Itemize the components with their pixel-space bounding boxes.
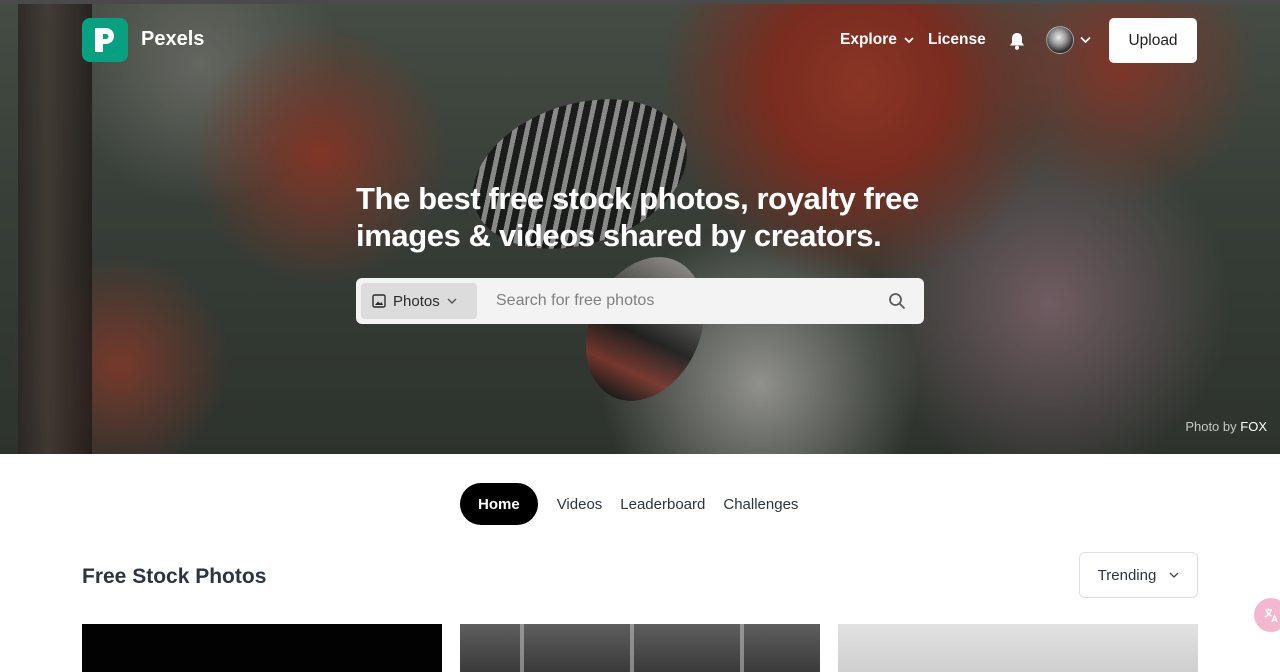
search-type-label: Photos — [393, 292, 440, 310]
photo-card[interactable] — [82, 624, 442, 672]
search-type-dropdown[interactable]: Photos — [361, 283, 477, 319]
translate-icon[interactable] — [1254, 598, 1280, 632]
main-tabs: Home Videos Leaderboard Challenges — [460, 483, 807, 525]
upload-button[interactable]: Upload — [1109, 18, 1197, 63]
search-icon[interactable] — [888, 292, 906, 310]
tab-videos[interactable]: Videos — [548, 483, 612, 525]
chevron-down-icon — [447, 298, 457, 304]
image-icon — [372, 294, 386, 308]
chevron-down-icon — [1169, 572, 1179, 578]
brand-name[interactable]: Pexels — [141, 28, 204, 51]
nav-license[interactable]: License — [928, 31, 986, 49]
search-bar: Photos — [356, 278, 924, 324]
nav-explore-label: Explore — [840, 31, 897, 48]
pexels-logo-icon[interactable] — [82, 18, 128, 62]
tab-leaderboard[interactable]: Leaderboard — [611, 483, 714, 525]
photo-card[interactable] — [838, 624, 1198, 672]
tab-challenges[interactable]: Challenges — [714, 483, 807, 525]
photo-card[interactable] — [460, 624, 820, 672]
hero-headline: The best free stock photos, royalty free… — [356, 181, 919, 253]
sort-label: Trending — [1097, 566, 1157, 584]
section-title: Free Stock Photos — [82, 565, 267, 588]
photo-credit-author[interactable]: FOX — [1240, 419, 1267, 434]
chevron-down-icon[interactable] — [1080, 36, 1091, 44]
search-input[interactable] — [496, 288, 856, 314]
nav-explore[interactable]: Explore — [840, 31, 914, 49]
tab-home[interactable]: Home — [460, 483, 538, 525]
sort-dropdown[interactable]: Trending — [1079, 552, 1198, 598]
photo-credit-prefix: Photo by — [1185, 419, 1237, 434]
bell-icon[interactable] — [1008, 31, 1026, 51]
chevron-down-icon — [904, 36, 914, 43]
photo-credit[interactable]: Photo by FOX — [1185, 419, 1267, 434]
user-avatar[interactable] — [1046, 26, 1074, 54]
